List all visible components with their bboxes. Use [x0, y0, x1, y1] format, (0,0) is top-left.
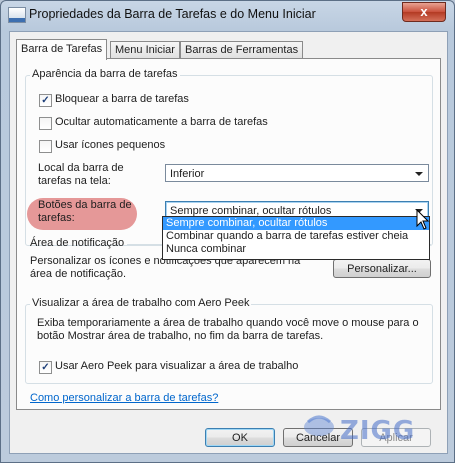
tab-menu-iniciar[interactable]: Menu Iniciar [110, 41, 180, 59]
notification-group-title: Área de notificação [30, 237, 125, 249]
aero-peek-group [25, 304, 433, 384]
window-title: Propriedades da Barra de Tarefas e do Me… [29, 7, 316, 21]
dropdown-option-always-combine[interactable]: Sempre combinar, ocultar rótulos [163, 217, 429, 230]
lock-taskbar-checkbox[interactable]: ✓ [39, 94, 52, 107]
close-button[interactable]: x [402, 2, 446, 22]
buttons-label-line1: Botões da barra de [38, 199, 132, 211]
location-label-line2: tarefas na tela: [38, 175, 111, 187]
notification-text-line2: área de notificação. [30, 268, 127, 280]
aero-peek-text-line2: botão Mostrar área de trabalho, no fim d… [37, 330, 324, 342]
tab-barras-de-ferramentas[interactable]: Barras de Ferramentas [180, 41, 304, 59]
aero-peek-group-title: Visualizar a área de trabalho com Aero P… [30, 297, 252, 309]
mouse-pointer-icon [416, 209, 430, 230]
aero-peek-checkbox-label: Usar Aero Peek para visualizar a área de… [55, 360, 299, 372]
aero-peek-checkbox[interactable]: ✓ [39, 361, 52, 374]
watermark-logo-icon [304, 415, 334, 436]
help-link[interactable]: Como personalizar a barra de tarefas? [30, 392, 218, 404]
autohide-taskbar-checkbox[interactable] [39, 117, 52, 130]
chevron-down-icon [415, 172, 423, 176]
taskbar-app-icon [8, 7, 26, 23]
buttons-label-line2: tarefas: [38, 212, 75, 224]
location-combobox-value: Inferior [170, 168, 205, 180]
appearance-group-title: Aparência da barra de tarefas [30, 68, 180, 80]
customize-notifications-button[interactable]: Personalizar... [333, 259, 431, 278]
location-combobox[interactable]: Inferior [165, 164, 429, 182]
title-bar[interactable]: Propriedades da Barra de Tarefas e do Me… [1, 1, 454, 33]
tab-barra-de-tarefas[interactable]: Barra de Tarefas [16, 39, 108, 60]
dropdown-option-never-combine[interactable]: Nunca combinar [163, 243, 429, 256]
dropdown-option-combine-when-full[interactable]: Combinar quando a barra de tarefas estiv… [163, 230, 429, 243]
autohide-taskbar-label: Ocultar automaticamente a barra de taref… [55, 116, 268, 128]
aero-peek-text-line1: Exiba temporariamente a área de trabalho… [37, 317, 419, 329]
small-icons-checkbox[interactable] [39, 140, 52, 153]
small-icons-label: Usar ícones pequenos [55, 139, 166, 151]
buttons-dropdown-list: Sempre combinar, ocultar rótulos Combina… [162, 216, 430, 260]
watermark-text: ZIGG [340, 416, 416, 446]
lock-taskbar-label: Bloquear a barra de tarefas [55, 93, 189, 105]
location-label-line1: Local da barra de [38, 162, 124, 174]
ok-button[interactable]: OK [205, 428, 275, 447]
